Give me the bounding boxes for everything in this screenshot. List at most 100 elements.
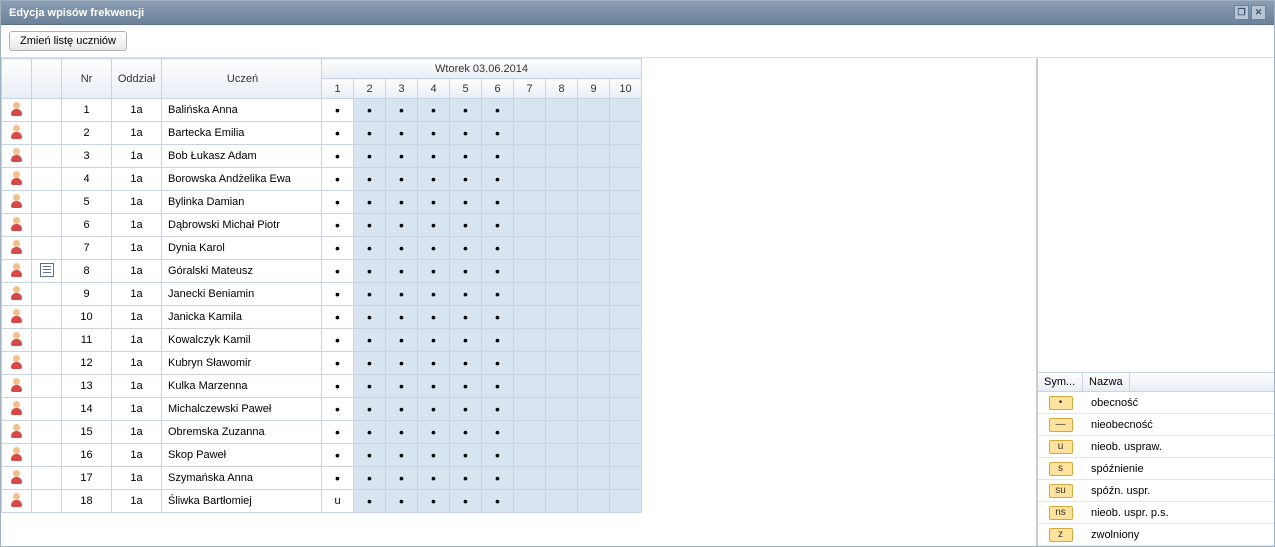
grid-area[interactable]: Nr Oddział Uczeń Wtorek 03.06.2014 12345… (1, 58, 1037, 546)
attendance-cell[interactable] (578, 444, 610, 467)
attendance-cell[interactable] (578, 168, 610, 191)
attendance-cell[interactable]: • (354, 214, 386, 237)
attendance-cell[interactable] (610, 237, 642, 260)
note-icon[interactable] (40, 263, 54, 277)
attendance-cell[interactable] (578, 214, 610, 237)
attendance-cell[interactable]: • (386, 421, 418, 444)
table-row[interactable]: 141aMichalczewski Paweł•••••• (2, 398, 642, 421)
attendance-cell[interactable]: • (418, 306, 450, 329)
attendance-cell[interactable]: • (386, 444, 418, 467)
attendance-cell[interactable]: • (450, 352, 482, 375)
attendance-cell[interactable]: • (418, 122, 450, 145)
attendance-cell[interactable]: • (386, 490, 418, 513)
attendance-cell[interactable] (610, 168, 642, 191)
attendance-cell[interactable]: • (322, 145, 354, 168)
attendance-cell[interactable]: • (322, 467, 354, 490)
attendance-cell[interactable] (610, 283, 642, 306)
attendance-cell[interactable]: • (450, 306, 482, 329)
attendance-cell[interactable] (546, 122, 578, 145)
attendance-cell[interactable] (514, 444, 546, 467)
attendance-cell[interactable]: • (482, 444, 514, 467)
attendance-cell[interactable]: • (386, 191, 418, 214)
legend-header-sym[interactable]: Sym... (1038, 373, 1083, 391)
attendance-cell[interactable]: • (386, 283, 418, 306)
col-header-lesson-8[interactable]: 8 (546, 79, 578, 99)
attendance-cell[interactable]: • (354, 352, 386, 375)
attendance-cell[interactable]: • (386, 352, 418, 375)
attendance-cell[interactable]: • (482, 99, 514, 122)
attendance-cell[interactable]: • (322, 237, 354, 260)
attendance-cell[interactable] (610, 145, 642, 168)
attendance-cell[interactable]: • (450, 375, 482, 398)
attendance-cell[interactable] (610, 306, 642, 329)
attendance-cell[interactable] (546, 444, 578, 467)
attendance-cell[interactable] (578, 467, 610, 490)
table-row[interactable]: 71aDynia Karol•••••• (2, 237, 642, 260)
attendance-cell[interactable]: • (450, 421, 482, 444)
attendance-cell[interactable]: • (450, 467, 482, 490)
attendance-cell[interactable]: • (322, 444, 354, 467)
table-row[interactable]: 101aJanicka Kamila•••••• (2, 306, 642, 329)
col-header-lesson-3[interactable]: 3 (386, 79, 418, 99)
attendance-cell[interactable]: • (450, 329, 482, 352)
maximize-button[interactable]: ❐ (1234, 5, 1249, 20)
legend-row[interactable]: •obecność (1038, 392, 1274, 414)
attendance-cell[interactable] (546, 421, 578, 444)
attendance-cell[interactable]: • (322, 214, 354, 237)
attendance-cell[interactable] (546, 283, 578, 306)
attendance-cell[interactable] (546, 214, 578, 237)
attendance-cell[interactable] (546, 467, 578, 490)
attendance-cell[interactable] (514, 421, 546, 444)
attendance-cell[interactable]: • (418, 375, 450, 398)
legend-row[interactable]: sspóźnienie (1038, 458, 1274, 480)
attendance-cell[interactable] (610, 467, 642, 490)
attendance-cell[interactable] (546, 145, 578, 168)
legend-row[interactable]: —nieobecność (1038, 414, 1274, 436)
attendance-cell[interactable] (514, 490, 546, 513)
attendance-cell[interactable]: • (354, 260, 386, 283)
attendance-cell[interactable] (578, 122, 610, 145)
attendance-cell[interactable]: • (418, 467, 450, 490)
attendance-cell[interactable]: • (482, 490, 514, 513)
table-row[interactable]: 41aBorowska Andżelika Ewa•••••• (2, 168, 642, 191)
attendance-cell[interactable] (610, 122, 642, 145)
attendance-cell[interactable]: • (386, 145, 418, 168)
attendance-cell[interactable] (610, 214, 642, 237)
attendance-cell[interactable] (578, 375, 610, 398)
col-header-uczen[interactable]: Uczeń (162, 59, 322, 99)
attendance-cell[interactable]: • (322, 99, 354, 122)
attendance-cell[interactable]: • (482, 421, 514, 444)
attendance-cell[interactable] (514, 214, 546, 237)
attendance-cell[interactable] (546, 306, 578, 329)
attendance-cell[interactable] (578, 329, 610, 352)
attendance-cell[interactable] (578, 99, 610, 122)
attendance-cell[interactable]: • (482, 168, 514, 191)
attendance-cell[interactable]: • (418, 329, 450, 352)
attendance-cell[interactable]: • (322, 283, 354, 306)
attendance-cell[interactable]: • (354, 329, 386, 352)
attendance-cell[interactable]: • (482, 352, 514, 375)
attendance-cell[interactable] (546, 398, 578, 421)
attendance-cell[interactable] (546, 237, 578, 260)
attendance-cell[interactable]: • (482, 214, 514, 237)
attendance-cell[interactable] (514, 329, 546, 352)
attendance-cell[interactable]: • (418, 260, 450, 283)
attendance-cell[interactable]: • (482, 306, 514, 329)
attendance-cell[interactable] (546, 99, 578, 122)
attendance-cell[interactable] (546, 168, 578, 191)
attendance-cell[interactable]: • (418, 352, 450, 375)
attendance-cell[interactable]: • (450, 122, 482, 145)
attendance-cell[interactable]: • (322, 329, 354, 352)
attendance-cell[interactable]: • (482, 122, 514, 145)
attendance-cell[interactable]: • (354, 490, 386, 513)
attendance-cell[interactable]: • (354, 283, 386, 306)
attendance-cell[interactable]: • (482, 283, 514, 306)
attendance-cell[interactable] (514, 352, 546, 375)
attendance-cell[interactable]: • (354, 421, 386, 444)
attendance-cell[interactable]: • (354, 122, 386, 145)
attendance-cell[interactable]: • (482, 329, 514, 352)
attendance-cell[interactable] (578, 490, 610, 513)
attendance-cell[interactable] (546, 191, 578, 214)
legend-row[interactable]: zzwolniony (1038, 524, 1274, 546)
attendance-cell[interactable]: • (354, 145, 386, 168)
